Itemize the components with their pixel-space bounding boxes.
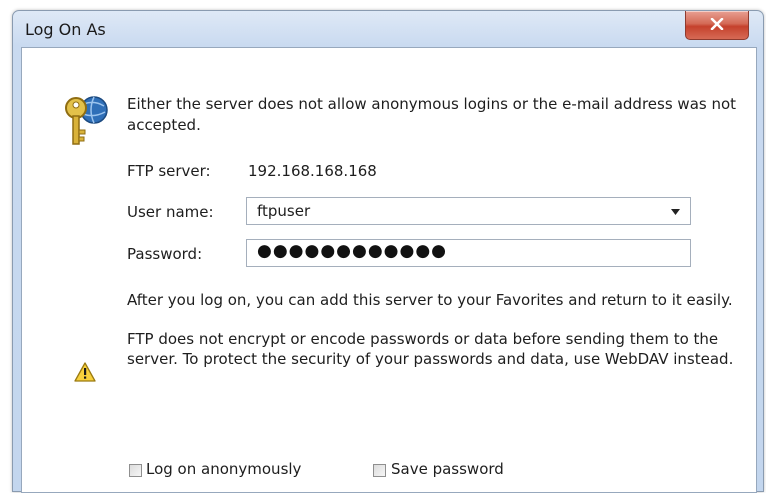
- warning-text-line1: FTP does not encrypt or encode passwords…: [127, 330, 719, 348]
- title-bar[interactable]: Log On As: [13, 11, 763, 47]
- user-name-label: User name:: [127, 203, 214, 221]
- key-icon: [65, 96, 108, 145]
- warning-text-line2: server. To protect the security of your …: [127, 350, 734, 368]
- user-name-value: ftpuser: [257, 202, 311, 220]
- password-field[interactable]: ●●●●●●●●●●●●: [246, 239, 691, 267]
- log-on-anonymously-label[interactable]: Log on anonymously: [146, 460, 301, 478]
- password-masked-value: ●●●●●●●●●●●●: [257, 241, 448, 261]
- info-text: After you log on, you can add this serve…: [127, 291, 733, 309]
- close-icon: [710, 18, 724, 30]
- chevron-down-icon[interactable]: [671, 209, 680, 215]
- ftp-server-label: FTP server:: [127, 162, 211, 180]
- close-button[interactable]: [685, 11, 749, 40]
- password-label: Password:: [127, 245, 203, 263]
- log-on-anonymously-checkbox[interactable]: [129, 464, 142, 477]
- save-password-label[interactable]: Save password: [391, 460, 504, 478]
- dialog-body: Either the server does not allow anonymo…: [21, 47, 757, 493]
- warning-icon: [74, 362, 96, 382]
- ftp-server-value: 192.168.168.168: [248, 162, 377, 180]
- save-password-checkbox[interactable]: [373, 464, 386, 477]
- window-title: Log On As: [25, 20, 106, 39]
- user-name-combobox[interactable]: ftpuser: [246, 197, 691, 225]
- error-message: Either the server does not allow anonymo…: [127, 95, 737, 134]
- log-on-as-dialog: Log On As Either the server does not all…: [12, 10, 764, 493]
